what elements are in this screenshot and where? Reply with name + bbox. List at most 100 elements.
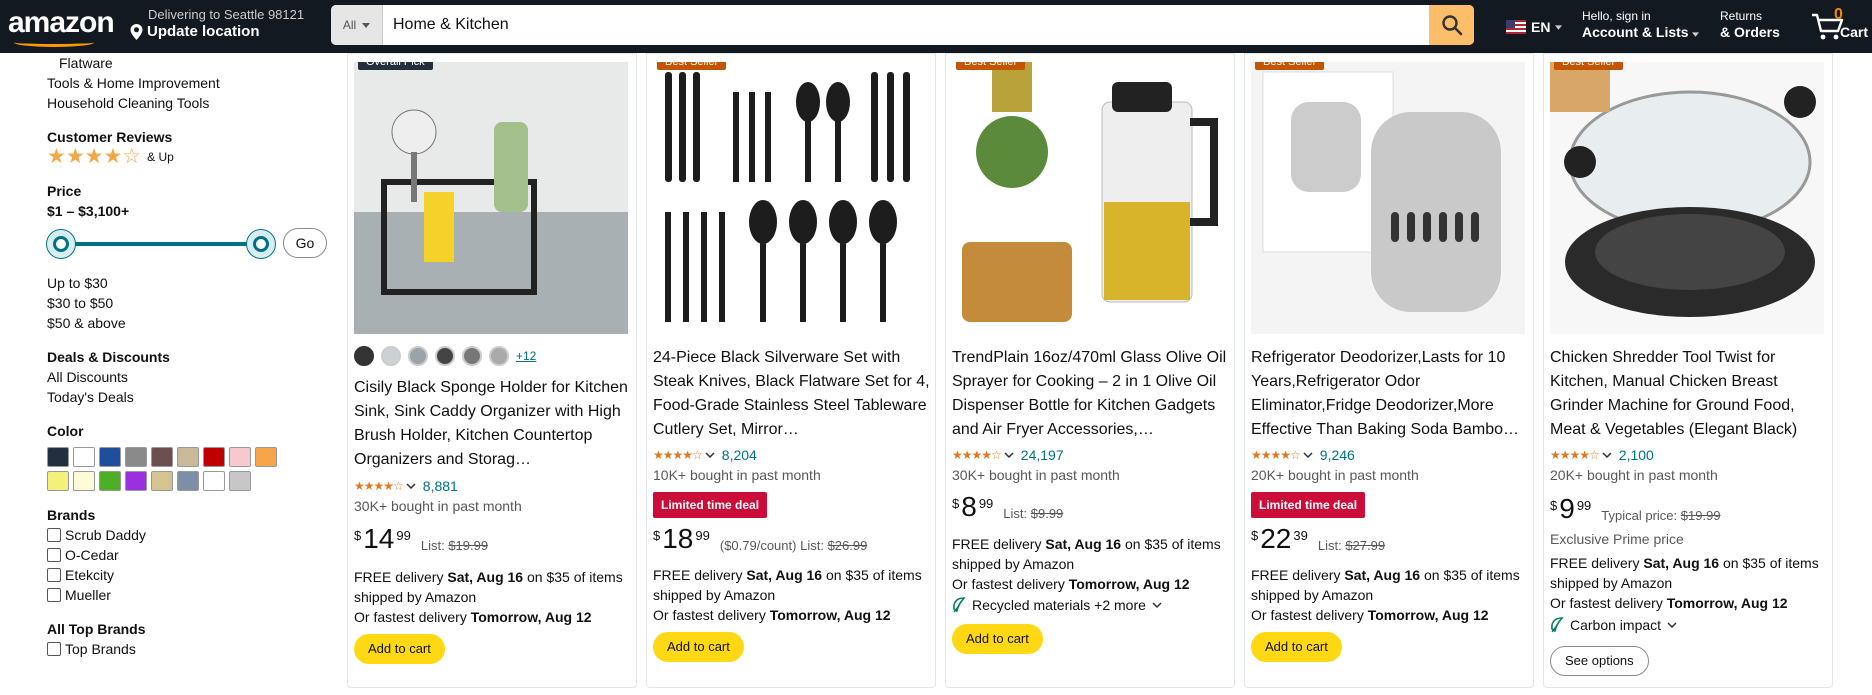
- product-image[interactable]: Best Seller: [952, 62, 1226, 334]
- rating-count[interactable]: 8,204: [722, 447, 757, 463]
- color-swatch[interactable]: [177, 471, 199, 491]
- checkbox[interactable]: [47, 528, 61, 542]
- fastest-delivery: Or fastest delivery Tomorrow, Aug 12: [653, 607, 891, 623]
- add-to-cart-button[interactable]: Add to cart: [952, 624, 1043, 654]
- color-swatch[interactable]: [47, 471, 69, 491]
- color-swatch[interactable]: [125, 447, 147, 467]
- color-swatch[interactable]: [125, 471, 147, 491]
- brand-checkbox-mueller[interactable]: Mueller: [47, 585, 337, 605]
- rating-count[interactable]: 2,100: [1619, 447, 1654, 463]
- fastest-delivery: Or fastest delivery Tomorrow, Aug 12: [1251, 607, 1489, 623]
- color-swatch[interactable]: [99, 447, 121, 467]
- checkbox[interactable]: [47, 548, 61, 562]
- product-rating[interactable]: ★★★★☆ 9,246: [1251, 447, 1355, 463]
- product-rating[interactable]: ★★★★☆ 2,100: [1550, 447, 1654, 463]
- add-to-cart-button[interactable]: Add to cart: [1251, 632, 1342, 662]
- checkbox[interactable]: [47, 588, 61, 602]
- search-button[interactable]: [1429, 5, 1474, 45]
- price-go-button[interactable]: Go: [283, 228, 327, 258]
- brand-checkbox-scrub-daddy[interactable]: Scrub Daddy: [47, 525, 337, 545]
- product-rating[interactable]: ★★★★☆ 24,197: [952, 447, 1064, 463]
- variant-swatch[interactable]: [489, 346, 509, 366]
- bought-count: 20K+ bought in past month: [1550, 467, 1718, 483]
- variant-swatch[interactable]: [381, 346, 401, 366]
- variant-swatch[interactable]: [462, 346, 482, 366]
- color-swatch[interactable]: [229, 447, 251, 467]
- price-slider[interactable]: Go: [47, 225, 327, 261]
- color-swatch[interactable]: [203, 447, 225, 467]
- brand-checkbox-o-cedar[interactable]: O-Cedar: [47, 545, 337, 565]
- color-swatch[interactable]: [151, 471, 173, 491]
- color-swatch[interactable]: [255, 447, 277, 467]
- product-card: Best Seller Refrigerator Deodorizer,Last…: [1244, 53, 1534, 688]
- four-stars-up-filter[interactable]: ★★★★☆ & Up: [47, 146, 337, 167]
- language-selector[interactable]: EN: [1506, 19, 1563, 35]
- product-rating[interactable]: ★★★★☆ 8,881: [354, 478, 458, 494]
- add-to-cart-button[interactable]: Add to cart: [653, 632, 744, 662]
- more-variants-link[interactable]: +12: [516, 349, 536, 363]
- product-title[interactable]: Refrigerator Deodorizer,Lasts for 10 Yea…: [1251, 346, 1529, 442]
- color-swatch[interactable]: [229, 471, 251, 491]
- best-seller-badge: Best Seller: [1255, 62, 1325, 70]
- product-rating[interactable]: ★★★★☆ 8,204: [653, 447, 757, 463]
- checkbox[interactable]: [47, 568, 61, 582]
- account-lists[interactable]: Hello, sign in Account & Lists: [1582, 9, 1700, 40]
- category-tools-home-improvement[interactable]: Tools & Home Improvement: [47, 73, 337, 93]
- color-swatch[interactable]: [151, 447, 173, 467]
- rating-count[interactable]: 24,197: [1021, 447, 1064, 463]
- returns-orders[interactable]: Returns & Orders: [1720, 9, 1780, 40]
- product-image[interactable]: Best Seller: [1251, 62, 1525, 334]
- shipped-by: shipped by Amazon: [354, 589, 477, 605]
- all-discounts-link[interactable]: All Discounts: [47, 367, 337, 387]
- variant-swatch[interactable]: [408, 346, 428, 366]
- top-brands-checkbox[interactable]: Top Brands: [47, 639, 337, 659]
- color-swatch[interactable]: [73, 471, 95, 491]
- price-whole: 18: [662, 523, 694, 554]
- price-max-handle[interactable]: [247, 230, 275, 258]
- variant-swatch[interactable]: [354, 346, 374, 366]
- product-title[interactable]: Cisily Black Sponge Holder for Kitchen S…: [354, 376, 632, 472]
- price-option[interactable]: Up to $30: [47, 273, 337, 293]
- product-price: $18 99 ($0.79/count) List: $26.99: [653, 524, 867, 554]
- price-min-handle[interactable]: [47, 230, 75, 258]
- color-heading: Color: [47, 423, 84, 439]
- product-image[interactable]: Overall Pick: [354, 62, 628, 334]
- color-swatch[interactable]: [203, 471, 225, 491]
- color-swatch[interactable]: [73, 447, 95, 467]
- product-title[interactable]: 24-Piece Black Silverware Set with Steak…: [653, 346, 931, 442]
- todays-deals-link[interactable]: Today's Deals: [47, 387, 337, 407]
- variant-swatch[interactable]: [435, 346, 455, 366]
- see-options-button[interactable]: See options: [1550, 646, 1649, 676]
- account-lists-label: Account & Lists: [1582, 23, 1689, 40]
- currency-symbol: $: [1251, 528, 1259, 543]
- amazon-logo[interactable]: amazon: [8, 6, 115, 47]
- product-card: Best Seller Chicken Shredder Tool Twist …: [1543, 53, 1833, 688]
- delivery-location[interactable]: Delivering to Seattle 98121 Update locat…: [130, 7, 304, 40]
- fastest-delivery: Or fastest delivery Tomorrow, Aug 12: [1550, 595, 1788, 611]
- color-swatch[interactable]: [47, 447, 69, 467]
- cart-button[interactable]: 0 Cart: [1810, 6, 1870, 46]
- search-category-dropdown[interactable]: All: [331, 5, 383, 45]
- brand-checkbox-etekcity[interactable]: Etekcity: [47, 565, 337, 585]
- leaf-icon: [953, 597, 966, 613]
- product-title[interactable]: Chicken Shredder Tool Twist for Kitchen,…: [1550, 346, 1828, 442]
- product-image[interactable]: Best Seller: [653, 62, 927, 334]
- price-option[interactable]: $50 & above: [47, 313, 337, 333]
- carbon-impact[interactable]: Carbon impact: [1550, 615, 1830, 635]
- color-swatch[interactable]: [99, 471, 121, 491]
- product-title[interactable]: TrendPlain 16oz/470ml Glass Olive Oil Sp…: [952, 346, 1230, 442]
- rating-count[interactable]: 9,246: [1320, 447, 1355, 463]
- rating-count[interactable]: 8,881: [423, 478, 458, 494]
- category-flatware[interactable]: Flatware: [47, 53, 337, 73]
- search-input[interactable]: [383, 5, 1429, 45]
- sponge-holder-image: [354, 62, 628, 334]
- category-household-cleaning-tools[interactable]: Household Cleaning Tools: [47, 93, 337, 113]
- product-price: $14 99 List: $19.99: [354, 524, 488, 554]
- add-to-cart-button[interactable]: Add to cart: [354, 634, 445, 664]
- product-image[interactable]: Best Seller: [1550, 62, 1824, 334]
- sustainability-features[interactable]: Recycled materials +2 more: [952, 595, 1232, 615]
- color-swatch[interactable]: [177, 447, 199, 467]
- checkbox[interactable]: [47, 642, 61, 656]
- price-option[interactable]: $30 to $50: [47, 293, 337, 313]
- list-price: $19.99: [448, 538, 489, 553]
